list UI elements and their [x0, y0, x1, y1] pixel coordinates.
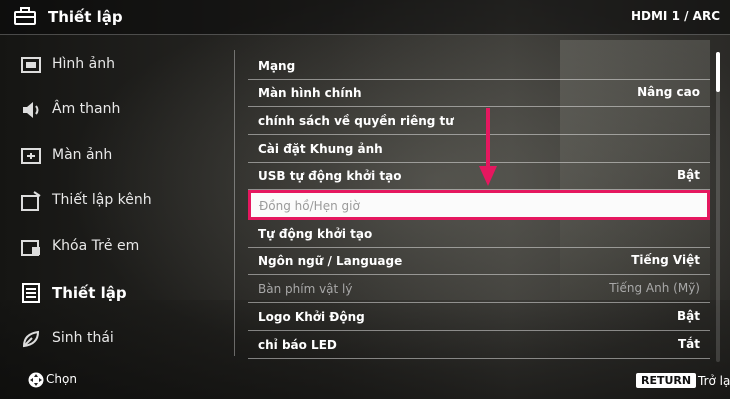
row-value: Tiếng Việt [631, 253, 700, 267]
row-label: Màn hình chính [258, 86, 362, 100]
select-hint: Chọn [46, 372, 77, 386]
picture-icon [21, 57, 41, 73]
panel-divider [234, 50, 235, 356]
settings-row-network[interactable]: Mạng [248, 52, 710, 80]
channel-setup-icon [21, 191, 41, 211]
row-label: Logo Khởi Động [258, 310, 365, 324]
sidebar-item-label: Khóa Trẻ em [52, 238, 140, 254]
screen-icon [21, 148, 41, 164]
sidebar: Hình ảnh Âm thanh Màn ảnh Thiết lập kênh… [0, 40, 225, 370]
return-hint: Trở lại [698, 374, 730, 388]
settings-row-home-screen[interactable]: Màn hình chính Nâng cao [248, 79, 710, 107]
sidebar-item-settings[interactable]: Thiết lập [0, 273, 225, 313]
settings-row-led-indicator[interactable]: chỉ báo LED Tắt [248, 331, 710, 359]
scrollbar-thumb[interactable] [716, 52, 720, 92]
row-label: Ngôn ngữ / Language [258, 254, 403, 268]
input-source-label: HDMI 1 / ARC [630, 9, 720, 23]
return-key-badge[interactable]: RETURN [636, 373, 697, 388]
sidebar-item-parental-lock[interactable]: Khóa Trẻ em [0, 227, 225, 267]
lock-icon [21, 240, 40, 256]
sidebar-item-label: Âm thanh [52, 101, 121, 117]
sidebar-item-label: Thiết lập [52, 284, 127, 302]
bottom-edge [0, 399, 730, 405]
row-value: Nâng cao [637, 85, 700, 99]
sidebar-item-screen[interactable]: Màn ảnh [0, 136, 225, 176]
toolbox-icon [14, 7, 36, 25]
settings-list-icon [22, 283, 40, 303]
scrollbar[interactable] [716, 52, 720, 362]
sidebar-item-label: Màn ảnh [52, 147, 113, 163]
row-value: Bật [677, 309, 700, 323]
page-title: Thiết lập [48, 8, 123, 26]
settings-row-startup-logo[interactable]: Logo Khởi Động Bật [248, 303, 710, 331]
row-label: Mạng [258, 59, 296, 73]
pointer-arrow-icon [479, 108, 497, 186]
sidebar-item-sound[interactable]: Âm thanh [0, 90, 225, 130]
dpad-ok-icon [28, 372, 44, 388]
row-label: Đồng hồ/Hẹn giờ [259, 199, 360, 213]
settings-row-clock-timer[interactable]: Đồng hồ/Hẹn giờ [248, 190, 710, 220]
sidebar-item-eco[interactable]: Sinh thái [0, 319, 225, 359]
sidebar-item-picture[interactable]: Hình ảnh [0, 45, 225, 85]
header-bar: Thiết lập HDMI 1 / ARC [0, 0, 730, 35]
row-label: chỉ báo LED [258, 338, 337, 352]
settings-row-language[interactable]: Ngôn ngữ / Language Tiếng Việt [248, 247, 710, 275]
sidebar-item-label: Thiết lập kênh [52, 192, 152, 208]
sidebar-item-channel-setup[interactable]: Thiết lập kênh [0, 181, 225, 221]
row-value: Bật [677, 168, 700, 182]
settings-row-physical-keyboard: Bàn phím vật lý Tiếng Anh (Mỹ) [248, 275, 710, 303]
speaker-icon [23, 102, 39, 118]
row-value: Tiếng Anh (Mỹ) [609, 281, 700, 295]
row-value: Tắt [677, 337, 700, 351]
sidebar-item-label: Hình ảnh [52, 56, 115, 72]
row-label: Tự động khởi tạo [258, 227, 373, 241]
settings-row-auto-setup[interactable]: Tự động khởi tạo [248, 220, 710, 248]
eco-leaf-icon [22, 330, 40, 348]
row-label: Cài đặt Khung ảnh [258, 142, 383, 156]
row-label: USB tự động khởi tạo [258, 169, 402, 183]
sidebar-item-label: Sinh thái [52, 330, 114, 346]
row-label: chính sách về quyền riêng tư [258, 114, 454, 128]
row-label: Bàn phím vật lý [258, 282, 353, 296]
